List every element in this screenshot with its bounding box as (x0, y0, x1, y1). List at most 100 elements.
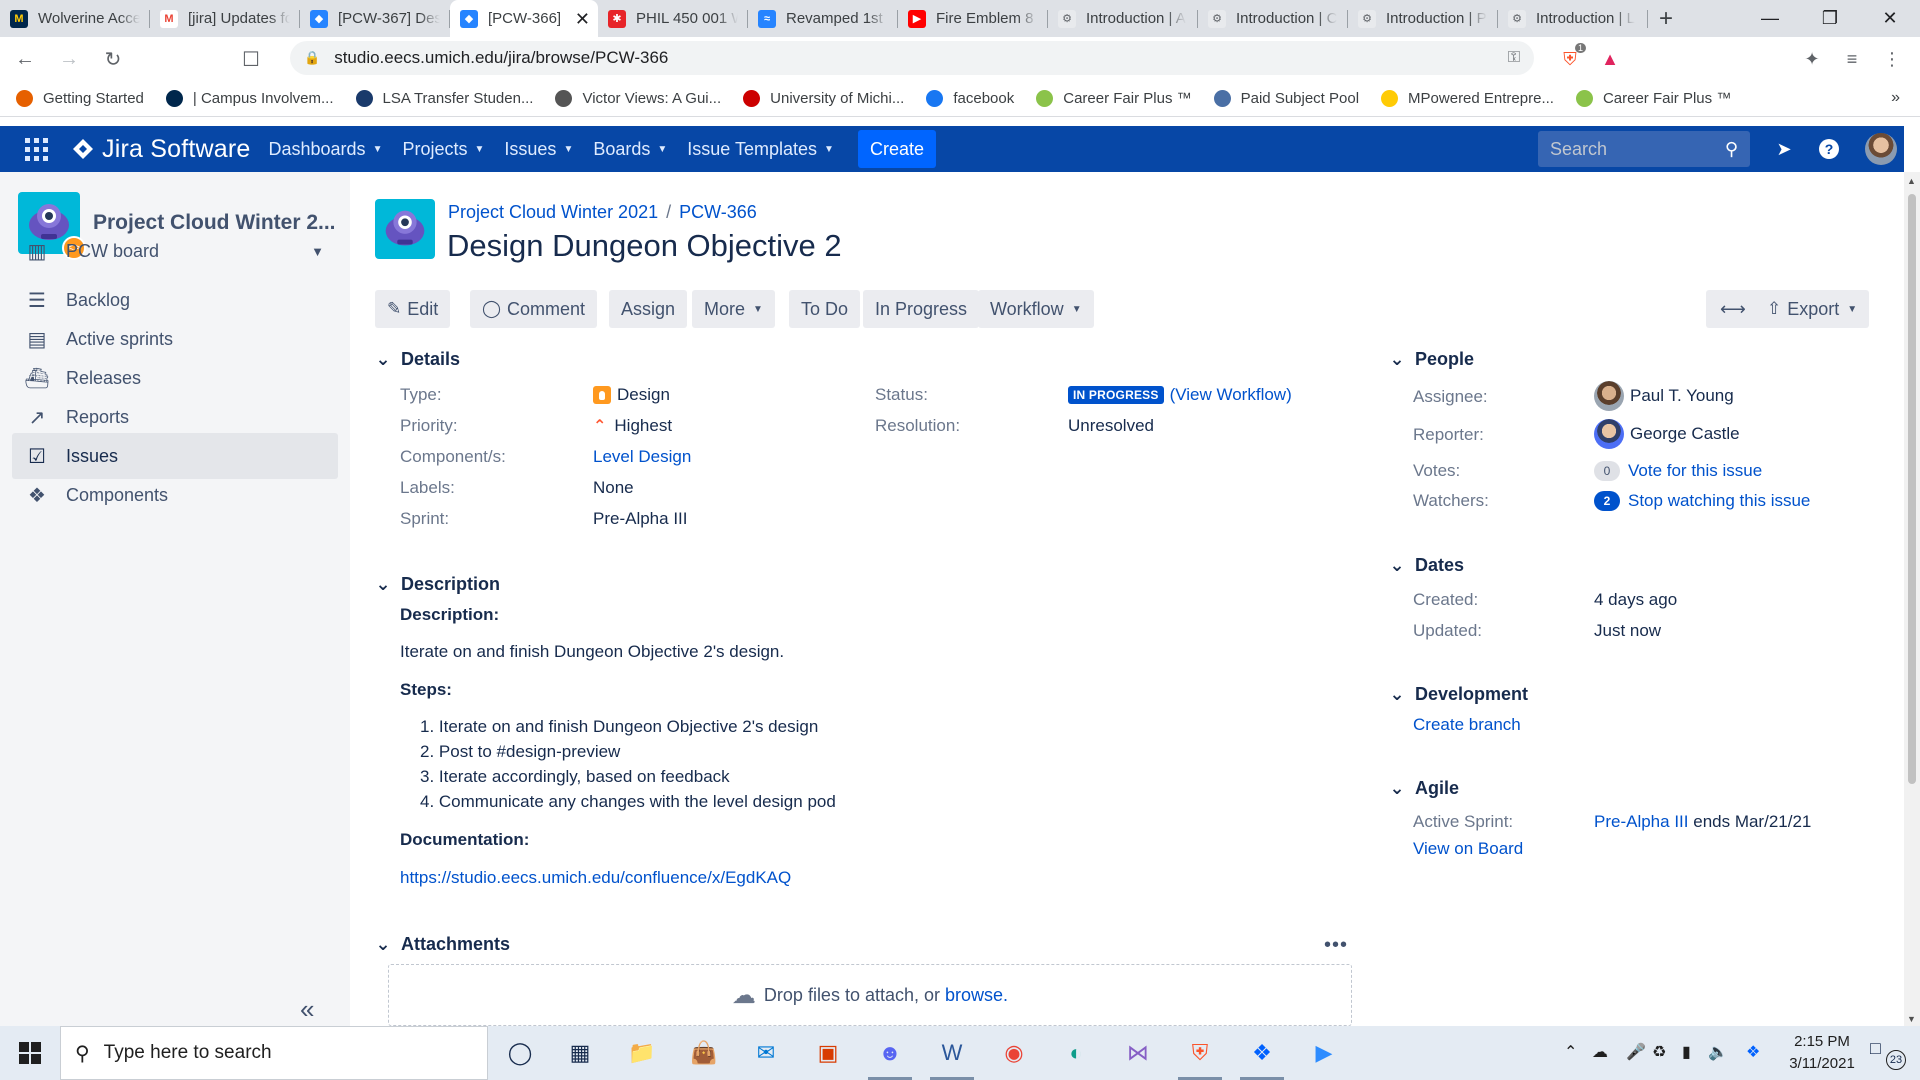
nav-menu-projects[interactable]: Projects ▼ (402, 139, 484, 160)
store-icon[interactable]: 👜 (676, 1026, 732, 1080)
todo-button[interactable]: To Do (789, 290, 861, 328)
sidebar-item-pcw-board[interactable]: ▥ PCW board ▼ (12, 228, 338, 274)
browser-tab[interactable]: ✱ PHIL 450 001 W (598, 0, 748, 37)
bookmark-item[interactable]: LSA Transfer Studen... (355, 90, 533, 107)
browser-tab[interactable]: ⚙ Introduction | L (1498, 0, 1648, 37)
browser-tab[interactable]: ◆ [PCW-367] Des (300, 0, 450, 37)
bookmark-page-icon[interactable]: ☐ (232, 40, 270, 78)
chrome-icon[interactable]: ◉ (986, 1026, 1042, 1080)
bookmark-item[interactable]: Getting Started (16, 90, 144, 107)
cortana-icon[interactable]: ◯ (492, 1026, 548, 1080)
app-switcher-icon[interactable] (18, 131, 54, 167)
close-window-icon[interactable]: ✕ (1860, 0, 1920, 37)
view-on-board-link[interactable]: View on Board (1413, 839, 1523, 859)
collapse-sidebar-icon[interactable]: « (300, 994, 314, 1025)
stop-watching-link[interactable]: Stop watching this issue (1628, 491, 1810, 511)
dropbox-icon[interactable]: ❖ (1234, 1026, 1290, 1080)
media-queue-icon[interactable]: ≡ (1838, 45, 1866, 73)
component-link[interactable]: Level Design (593, 447, 691, 467)
microphone-icon[interactable]: 🎤 (1626, 1042, 1646, 1062)
browser-tab[interactable]: M Wolverine Acce (0, 0, 150, 37)
brave-icon[interactable]: ⛨ (1172, 1026, 1228, 1080)
in-progress-button[interactable]: In Progress (863, 290, 980, 328)
jira-logo[interactable]: Jira Software (72, 135, 251, 164)
close-tab-icon[interactable]: ✕ (575, 9, 590, 30)
sprint-link[interactable]: Pre-Alpha III (1594, 812, 1689, 832)
assignee-name[interactable]: Paul T. Young (1630, 386, 1734, 406)
onedrive-icon[interactable]: ☁ (1592, 1042, 1608, 1062)
workflow-button[interactable]: Workflow ▼ (978, 290, 1094, 328)
brave-rewards-icon[interactable]: ▲ (1596, 45, 1624, 73)
browser-tab[interactable]: ≈ Revamped 1st D (748, 0, 898, 37)
update-icon[interactable]: ♻ (1652, 1042, 1666, 1062)
bookmark-item[interactable]: | Campus Involvem... (165, 90, 334, 107)
battery-icon[interactable]: ▮ (1682, 1042, 1691, 1062)
office-icon[interactable]: ▣ (800, 1026, 856, 1080)
browser-tab[interactable]: M [jira] Updates fo (150, 0, 300, 37)
mail-icon[interactable]: ✉ (738, 1026, 794, 1080)
people-header[interactable]: ⌄ People (1389, 349, 1474, 370)
url-bar[interactable]: 🔒 studio.eecs.umich.edu/jira/browse/PCW-… (290, 41, 1534, 75)
documentation-link[interactable]: https://studio.eecs.umich.edu/confluence… (400, 868, 791, 888)
attachments-header[interactable]: ⌄ Attachments (375, 934, 510, 955)
edge-icon[interactable]: ◐ (1048, 1026, 1104, 1080)
development-header[interactable]: ⌄ Development (1389, 684, 1528, 705)
scroll-up-icon[interactable]: ▲ (1907, 176, 1916, 186)
dates-header[interactable]: ⌄ Dates (1389, 555, 1464, 576)
create-button[interactable]: Create (857, 130, 936, 168)
browse-link[interactable]: browse. (945, 985, 1008, 1006)
key-icon[interactable]: ⚿ (1508, 49, 1520, 67)
more-button[interactable]: More ▼ (692, 290, 775, 328)
reload-icon[interactable]: ↻ (94, 40, 132, 78)
bookmark-item[interactable]: Paid Subject Pool (1213, 90, 1359, 107)
breadcrumb-project-link[interactable]: Project Cloud Winter 2021 (448, 202, 658, 222)
back-icon[interactable]: ← (6, 40, 44, 78)
browser-tab[interactable]: ▶ Fire Emblem 8 F (898, 0, 1048, 37)
brave-shields-icon[interactable]: ⛨ 1 (1556, 43, 1586, 73)
reporter-name[interactable]: George Castle (1630, 424, 1740, 444)
comment-button[interactable]: ◯ Comment (470, 290, 598, 328)
page-scrollbar[interactable]: ▲ ▼ (1904, 172, 1920, 1026)
description-header[interactable]: ⌄ Description (375, 574, 500, 595)
discord-icon[interactable]: ☻ (862, 1026, 918, 1080)
issue-summary[interactable]: Design Dungeon Objective 2 (447, 228, 842, 264)
chevron-down-icon[interactable]: ▼ (311, 244, 324, 259)
zoom-icon[interactable]: ▶ (1296, 1026, 1352, 1080)
bookmark-item[interactable]: University of Michi... (743, 90, 904, 107)
create-branch-link[interactable]: Create branch (1413, 715, 1521, 735)
volume-icon[interactable]: 🔈 (1708, 1042, 1728, 1062)
windows-start-icon[interactable] (0, 1026, 60, 1080)
attachment-dropzone[interactable]: ☁ Drop files to attach, or browse. (388, 964, 1352, 1026)
help-icon[interactable]: ? (1815, 135, 1843, 163)
menu-kebab-icon[interactable]: ⋮ (1878, 45, 1906, 73)
notification-icon[interactable]: □ 23 (1870, 1038, 1906, 1070)
attachments-more-icon[interactable]: ••• (1324, 934, 1348, 957)
minimize-icon[interactable]: — (1740, 0, 1800, 37)
nav-menu-issues[interactable]: Issues ▼ (504, 139, 573, 160)
profile-avatar[interactable] (1865, 133, 1897, 165)
bookmark-item[interactable]: facebook (926, 90, 1014, 107)
scrollbar-thumb[interactable] (1908, 194, 1916, 784)
bookmark-item[interactable]: Career Fair Plus ™ (1036, 90, 1192, 107)
new-tab-icon[interactable]: + (1648, 0, 1684, 37)
visual-studio-icon[interactable]: ⋈ (1110, 1026, 1166, 1080)
agile-header[interactable]: ⌄ Agile (1389, 778, 1459, 799)
forward-icon[interactable]: → (50, 40, 88, 78)
details-header[interactable]: ⌄ Details (375, 349, 460, 370)
breadcrumb-issue-key[interactable]: PCW-366 (679, 202, 757, 222)
view-workflow-link[interactable]: (View Workflow) (1170, 385, 1292, 405)
jira-search-input[interactable]: Search ⚲ (1538, 131, 1750, 167)
taskbar-search-input[interactable]: ⚲ Type here to search (60, 1026, 488, 1080)
whats-new-icon[interactable]: ➤ (1770, 135, 1798, 163)
bookmark-item[interactable]: MPowered Entrepre... (1381, 90, 1554, 107)
nav-menu-boards[interactable]: Boards ▼ (593, 139, 667, 160)
file-explorer-icon[interactable]: 📁 (614, 1026, 670, 1080)
extensions-icon[interactable]: ✦ (1798, 45, 1826, 73)
restore-icon[interactable]: ❐ (1800, 0, 1860, 37)
dropbox-tray-icon[interactable]: ❖ (1746, 1042, 1760, 1062)
bookmarks-overflow-icon[interactable]: » (1891, 89, 1900, 107)
system-clock[interactable]: 2:15 PM 3/11/2021 (1772, 1031, 1872, 1075)
vote-link[interactable]: Vote for this issue (1628, 461, 1762, 481)
nav-menu-dashboards[interactable]: Dashboards ▼ (269, 139, 383, 160)
edit-button[interactable]: ✎ Edit (375, 290, 451, 328)
